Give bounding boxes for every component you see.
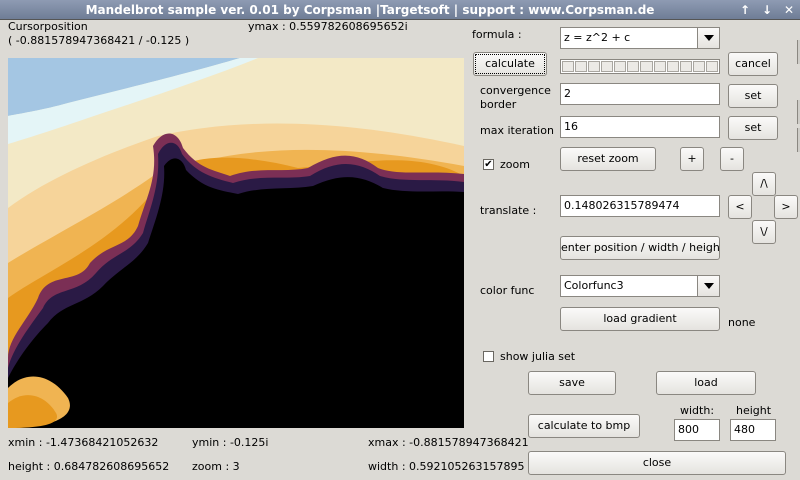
bmp-height-input[interactable]: 480: [730, 419, 776, 441]
max-iteration-input[interactable]: 16: [560, 116, 720, 138]
convergence-input[interactable]: 2: [560, 83, 720, 105]
chevron-down-icon[interactable]: [697, 276, 719, 296]
maximize-icon[interactable]: ↑: [736, 1, 754, 19]
set-iteration-button[interactable]: set: [728, 116, 778, 140]
load-gradient-label: load gradient: [603, 312, 677, 325]
calculate-bmp-button[interactable]: calculate to bmp: [528, 414, 640, 438]
xmax-label: xmax : -0.881578947368421: [368, 436, 529, 449]
set-convergence-label: set: [744, 89, 762, 102]
save-button[interactable]: save: [528, 371, 616, 395]
zoom-label: zoom : 3: [192, 460, 240, 473]
bmp-width-label: width:: [680, 404, 715, 417]
reset-zoom-button[interactable]: reset zoom: [560, 147, 656, 171]
color-func-value: Colorfunc3: [564, 279, 624, 292]
reset-zoom-label: reset zoom: [577, 152, 639, 165]
move-up-label: /\: [760, 177, 768, 190]
close-button[interactable]: close: [528, 451, 786, 475]
cursor-label: Cursorposition: [8, 20, 88, 33]
zoom-in-button[interactable]: +: [680, 147, 704, 171]
move-left-label: <: [735, 200, 745, 213]
convergence-label-2: border: [480, 98, 517, 111]
load-button-label: load: [694, 376, 718, 389]
progress-bar: [560, 59, 720, 74]
zoom-check-label: zoom: [500, 158, 530, 171]
enter-position-button[interactable]: enter position / width / height: [560, 236, 720, 260]
restore-icon[interactable]: ↓: [758, 1, 776, 19]
move-right-button[interactable]: >: [774, 195, 798, 219]
move-down-label: \/: [760, 225, 768, 238]
move-right-label: >: [781, 200, 791, 213]
move-down-button[interactable]: \/: [752, 220, 776, 244]
zoom-checkbox[interactable]: ✔: [483, 159, 494, 170]
calculate-button[interactable]: calculate: [473, 52, 547, 76]
load-button[interactable]: load: [656, 371, 756, 395]
close-icon[interactable]: ✕: [780, 1, 798, 19]
translate-input[interactable]: 0.148026315789474: [560, 195, 720, 217]
color-func-combobox[interactable]: Colorfunc3: [560, 275, 720, 297]
bmp-height-label: height: [736, 404, 772, 417]
move-left-button[interactable]: <: [728, 195, 752, 219]
ymin-label: ymin : -0.125i: [192, 436, 269, 449]
gradient-status: none: [728, 316, 756, 329]
calculate-button-label: calculate: [485, 57, 535, 70]
window-title: Mandelbrot sample ver. 0.01 by Corpsman …: [85, 3, 655, 17]
cancel-button[interactable]: cancel: [728, 52, 778, 76]
julia-checkbox[interactable]: [483, 351, 494, 362]
bmp-width-input[interactable]: 800: [674, 419, 720, 441]
julia-label: show julia set: [500, 350, 576, 363]
cancel-button-label: cancel: [735, 57, 771, 70]
max-iteration-label: max iteration: [480, 124, 554, 137]
color-func-label: color func: [480, 284, 535, 297]
close-button-label: close: [642, 456, 672, 469]
zoom-in-label: +: [687, 152, 697, 165]
cursor-value: ( -0.881578947368421 / -0.125 ): [8, 34, 190, 47]
set-iteration-label: set: [744, 121, 762, 134]
title-bar: Mandelbrot sample ver. 0.01 by Corpsman …: [0, 0, 800, 20]
formula-label: formula :: [472, 28, 522, 41]
calculate-bmp-label: calculate to bmp: [537, 419, 631, 432]
set-convergence-button[interactable]: set: [728, 84, 778, 108]
height-label: height : 0.684782608695652: [8, 460, 170, 473]
chevron-down-icon[interactable]: [697, 28, 719, 48]
xmin-label: xmin : -1.47368421052632: [8, 436, 159, 449]
formula-value: z = z^2 + c: [564, 31, 631, 44]
move-up-button[interactable]: /\: [752, 172, 776, 196]
enter-position-label: enter position / width / height: [561, 241, 720, 254]
save-button-label: save: [559, 376, 585, 389]
zoom-out-button[interactable]: -: [720, 147, 744, 171]
zoom-out-label: -: [730, 152, 734, 165]
mandelbrot-canvas[interactable]: [8, 58, 464, 428]
translate-label: translate :: [480, 204, 537, 217]
load-gradient-button[interactable]: load gradient: [560, 307, 720, 331]
convergence-label-1: convergence: [480, 84, 551, 97]
formula-combobox[interactable]: z = z^2 + c: [560, 27, 720, 49]
ymax-label: ymax : 0.559782608695652i: [248, 20, 408, 33]
width-label: width : 0.592105263157895: [368, 460, 525, 473]
